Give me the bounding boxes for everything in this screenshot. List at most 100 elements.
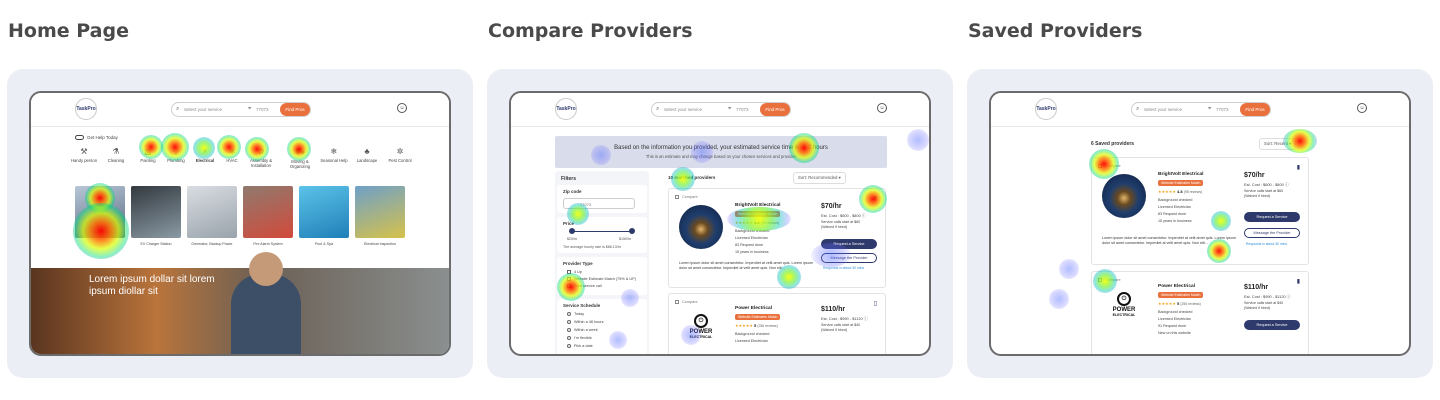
tools-icon: ⚒: [80, 147, 88, 156]
rating-stars: ★★★★★ 4.8 (98 reviews): [1158, 189, 1203, 194]
request-service-button[interactable]: Request a Service: [1244, 320, 1300, 330]
heatmap-spot: [1049, 289, 1069, 309]
rating-stars: ★★★★★ 5 (256 reviews): [1158, 301, 1201, 306]
find-pros-button[interactable]: Find Pros: [760, 103, 790, 116]
hero-worker-head: [249, 252, 283, 286]
card-image: [299, 186, 349, 238]
provider-type-rating[interactable]: 4 Up: [567, 270, 582, 274]
get-help-label: Get Help Today: [87, 135, 118, 140]
bookmark-filled-icon[interactable]: ▮: [1297, 164, 1300, 171]
category-pest-control[interactable]: ✲ Pest Control: [383, 147, 417, 163]
card-image: [243, 186, 293, 238]
message-provider-button[interactable]: Message the Provider: [1244, 228, 1300, 238]
provider-avatar: [1102, 174, 1146, 218]
request-service-button[interactable]: Request a Service: [1244, 212, 1300, 222]
saved-tablet-frame: TaskPro ⌕ Select your service ⌖ 77073 Fi…: [989, 91, 1411, 356]
saved-providers-title: Saved Providers: [968, 20, 1143, 42]
saved-count: 6 Saved providers: [1091, 141, 1135, 147]
matched-count: 10 matched providers: [668, 175, 716, 180]
compare-checkbox[interactable]: Compare: [675, 195, 698, 199]
compare-checkbox[interactable]: Compare: [1098, 164, 1121, 168]
response-time: Responds in about 30 mins: [823, 266, 865, 270]
schedule-flexible[interactable]: I'm flexible: [567, 336, 592, 340]
provider-avatar: ⏻ POWER ELECTRICAL: [1102, 286, 1146, 330]
service-card-generator[interactable]: Generator, Backup Power: [187, 186, 237, 254]
category-handy-person[interactable]: ⚒ Handy person: [67, 147, 101, 163]
sort-dropdown[interactable]: Sort: Recent ▾: [1259, 138, 1297, 150]
estimate-match-badge: Website Estimates Match: [735, 314, 781, 320]
bookmark-icon[interactable]: ▮: [874, 195, 877, 202]
rating-stars: ★★★★★ 4.8 (98 reviews): [735, 220, 780, 225]
bug-icon: ✲: [396, 147, 404, 156]
service-card-pool-spa[interactable]: Pool & Spa: [299, 186, 349, 254]
power-electrical-logo: ⏻ POWER ELECTRICAL: [683, 312, 719, 339]
estimated-cost: Est. Cost : $990 - $1120 ⓘ: [1244, 294, 1291, 299]
power-electrical-logo: ⏻ POWER ELECTRICAL: [1106, 290, 1142, 317]
location-pin-icon: ⌖: [1208, 106, 1212, 112]
user-account-icon[interactable]: ☺: [877, 103, 887, 113]
category-moving[interactable]: ⛟ Moving & Organizing: [283, 147, 317, 169]
service-call-fee: Service calls start at $60 (Waived if hir…: [1244, 189, 1284, 198]
request-service-button[interactable]: Request a Service: [821, 239, 877, 249]
estimate-banner: Based on the information you provided, y…: [555, 136, 887, 168]
taskpro-logo[interactable]: TaskPro: [1035, 98, 1057, 120]
drill-icon: ⚙: [257, 147, 265, 156]
get-help-toggle[interactable]: Get Help Today: [75, 135, 118, 141]
category-seasonal[interactable]: ❄ Seasonal Help: [317, 147, 351, 163]
zip-input[interactable]: 77073: [736, 107, 749, 112]
filters-sidebar: Filters Zip code 77073 Price $25/hr $150…: [555, 171, 649, 354]
zip-filter-input[interactable]: 77073: [563, 198, 635, 209]
category-assembly[interactable]: ⚙ Assembly & Installation: [244, 147, 278, 168]
compare-checkbox[interactable]: Compare: [1098, 278, 1121, 282]
location-pin-icon: ⌖: [728, 106, 732, 112]
provider-type-free-call[interactable]: Free service call: [567, 284, 602, 288]
category-landscape[interactable]: ♣ Landscape: [350, 147, 384, 163]
bookmark-icon[interactable]: ▯: [874, 300, 877, 307]
taskpro-logo[interactable]: TaskPro: [75, 98, 97, 120]
schedule-today[interactable]: Today: [567, 312, 584, 316]
bookmark-filled-icon[interactable]: ▮: [1297, 278, 1300, 285]
price-slider-min-handle[interactable]: [569, 228, 575, 234]
service-card-fire-alarm[interactable]: Fire Alarm System: [243, 186, 293, 254]
find-pros-button[interactable]: Find Pros: [1240, 103, 1270, 116]
estimate-match-badge: Website Estimates Match: [735, 211, 781, 217]
zip-input[interactable]: 77073: [256, 107, 269, 112]
provider-type-estimate-match[interactable]: Website Estimate Match (75% & UP): [567, 277, 636, 281]
service-search-bar[interactable]: ⌕ Select your service ⌖ 77073 Find Pros: [1131, 102, 1271, 117]
user-account-icon[interactable]: ☺: [1357, 103, 1367, 113]
find-pros-button[interactable]: Find Pros: [280, 103, 310, 116]
schedule-48-hours[interactable]: Within a 48 hours: [567, 320, 604, 324]
schedule-week[interactable]: Within a week: [567, 328, 598, 332]
user-account-icon[interactable]: ☺: [397, 103, 407, 113]
service-search-bar[interactable]: ⌕ Select your service ⌖ 77073 Find Pros: [171, 102, 311, 117]
service-search-bar[interactable]: ⌕ Select your service ⌖ 77073 Find Pros: [651, 102, 791, 117]
service-card-electrician[interactable]: [75, 186, 125, 254]
category-cleaning[interactable]: ⚗ Cleaning: [99, 147, 133, 163]
service-search-input[interactable]: Select your service: [184, 107, 222, 112]
price-slider-max-handle[interactable]: [629, 228, 635, 234]
app-header: TaskPro ⌕ Select your service ⌖ 77073 Fi…: [511, 93, 929, 127]
hero-worker-image: [231, 274, 301, 354]
message-provider-button[interactable]: Message the Provider: [821, 253, 877, 263]
location-pin-icon: ⌖: [248, 106, 252, 112]
provider-description: Lorem ipsum dolor sit amet consectetur. …: [679, 261, 813, 270]
hero-banner: Lorem ipsum dollar sit lorem ipsum dioll…: [31, 252, 449, 354]
tree-icon: ♣: [364, 147, 370, 156]
taskpro-logo[interactable]: TaskPro: [555, 98, 577, 120]
service-search-input[interactable]: Select your service: [664, 107, 702, 112]
service-call-fee: Service calls start at $40 (Waived if hir…: [821, 323, 861, 332]
rating-stars: ★★★★★ 5 (256 reviews): [735, 323, 778, 328]
service-card-ev-charger[interactable]: EV Charger Station: [131, 186, 181, 254]
price-slider-track[interactable]: [571, 231, 631, 232]
service-search-input[interactable]: Select your service: [1144, 107, 1182, 112]
service-card-inspection[interactable]: Electrical Inspection: [355, 186, 405, 254]
sort-dropdown[interactable]: Sort: Recommended ▾: [793, 172, 846, 184]
hero-headline: Lorem ipsum dollar sit lorem ipsum dioll…: [89, 274, 215, 297]
home-tablet-frame: TaskPro ⌕ Select your service ⌖ 77073 Fi…: [29, 91, 451, 356]
search-icon: ⌕: [176, 106, 180, 112]
compare-checkbox[interactable]: Compare: [675, 300, 698, 304]
schedule-pick-date[interactable]: Pick a date: [567, 344, 593, 348]
provider-avatar: ⏻ POWER ELECTRICAL: [679, 308, 723, 352]
truck-icon: ⛟: [294, 147, 306, 156]
zip-input[interactable]: 77073: [1216, 107, 1229, 112]
